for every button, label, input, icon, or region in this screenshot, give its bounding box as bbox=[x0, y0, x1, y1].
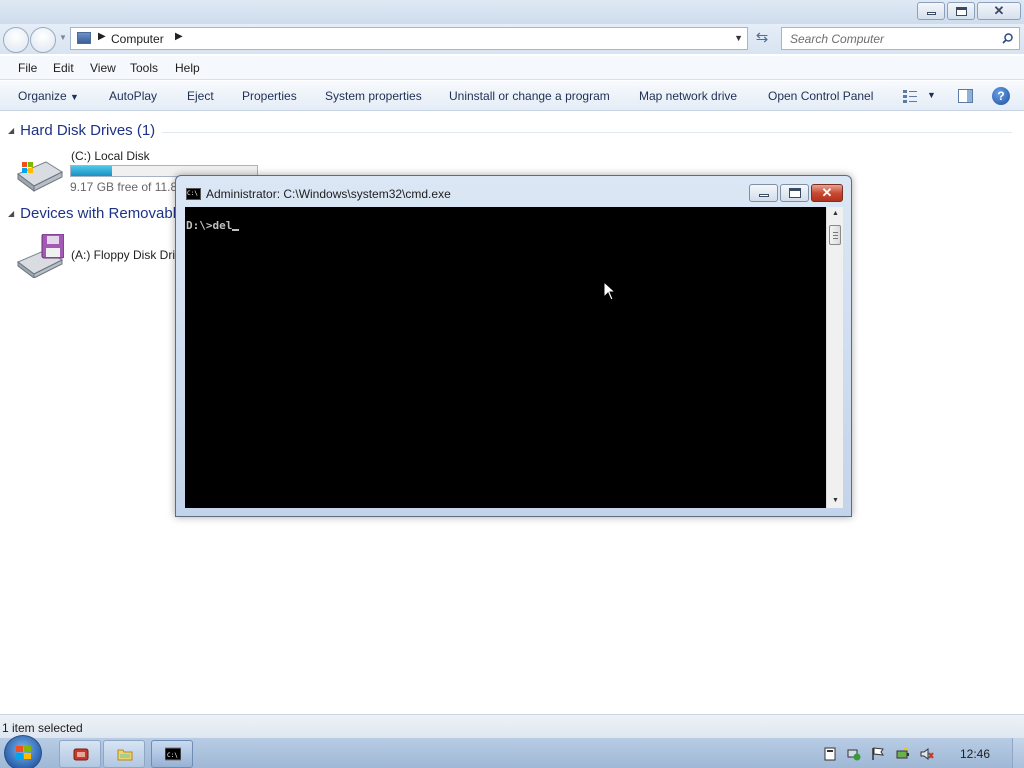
taskbar-media-app-button[interactable] bbox=[59, 740, 101, 768]
collapse-triangle-icon[interactable]: ◢ bbox=[8, 209, 14, 218]
action-center-icon[interactable] bbox=[823, 747, 837, 761]
minimize-icon bbox=[927, 12, 936, 15]
console-prompt-text: D:\>del bbox=[186, 219, 233, 232]
thumb-grip bbox=[833, 232, 838, 233]
organize-label: Organize bbox=[18, 89, 67, 103]
address-dropdown-icon[interactable]: ▼ bbox=[734, 33, 743, 43]
cmd-window-controls: ✕ bbox=[747, 184, 843, 202]
hard-disk-icon bbox=[17, 161, 64, 192]
collapse-triangle-icon[interactable]: ◢ bbox=[8, 126, 14, 135]
cmd-prompt-icon: C:\ bbox=[165, 747, 181, 761]
menu-tools[interactable]: Tools bbox=[130, 61, 158, 75]
open-control-panel-button[interactable]: Open Control Panel bbox=[768, 89, 873, 103]
search-placeholder: Search Computer bbox=[790, 32, 885, 46]
drive-a-name[interactable]: (A:) Floppy Disk Driv bbox=[71, 248, 181, 262]
windows-logo-icon bbox=[16, 746, 31, 759]
drive-c-name[interactable]: (C:) Local Disk bbox=[71, 149, 150, 163]
breadcrumb-chevron-icon[interactable]: ▶ bbox=[175, 31, 183, 42]
organize-button[interactable]: Organize ▼ bbox=[18, 89, 79, 103]
navigation-bar: ▼ ▶ Computer ▶ ▼ ⇆ Search Computer bbox=[0, 24, 1024, 54]
help-icon[interactable]: ? bbox=[992, 87, 1010, 105]
cmd-titlebar[interactable]: C:\ Administrator: C:\Windows\system32\c… bbox=[176, 176, 851, 206]
cmd-vertical-scrollbar[interactable]: ▲ ▼ bbox=[826, 207, 843, 508]
uninstall-program-button[interactable]: Uninstall or change a program bbox=[449, 89, 610, 103]
restore-icon bbox=[956, 7, 967, 16]
address-bar[interactable]: ▶ Computer ▶ ▼ bbox=[70, 27, 748, 50]
media-app-icon bbox=[73, 748, 89, 761]
mouse-pointer-icon bbox=[603, 281, 617, 301]
breadcrumb-computer[interactable]: Computer bbox=[111, 32, 164, 46]
show-desktop-button[interactable] bbox=[1012, 738, 1024, 768]
power-icon[interactable] bbox=[896, 747, 910, 761]
menu-help[interactable]: Help bbox=[175, 61, 200, 75]
cmd-close-button[interactable]: ✕ bbox=[811, 184, 843, 202]
svg-text:C:\: C:\ bbox=[167, 752, 178, 759]
start-button[interactable] bbox=[4, 735, 42, 768]
menu-view[interactable]: View bbox=[90, 61, 116, 75]
taskbar: C:\ 12:46 bbox=[0, 735, 1024, 768]
recent-pages-dropdown-icon[interactable]: ▼ bbox=[59, 33, 67, 42]
maximize-icon bbox=[789, 188, 801, 198]
back-button[interactable] bbox=[3, 27, 29, 53]
cmd-icon[interactable]: C:\ bbox=[186, 188, 201, 200]
change-view-icon[interactable] bbox=[903, 89, 917, 103]
scroll-down-arrow-icon[interactable]: ▼ bbox=[827, 494, 844, 508]
group-title: Devices with Removabl bbox=[20, 205, 177, 222]
refresh-icon[interactable]: ⇆ bbox=[752, 29, 772, 49]
cmd-window[interactable]: C:\ Administrator: C:\Windows\system32\c… bbox=[175, 175, 852, 517]
thumb-grip bbox=[833, 238, 838, 239]
close-button[interactable]: ✕ bbox=[977, 2, 1021, 20]
close-icon: ✕ bbox=[821, 185, 833, 200]
status-text: 1 item selected bbox=[2, 721, 83, 735]
group-divider bbox=[162, 132, 1012, 133]
command-bar: Organize ▼ AutoPlay Eject Properties Sys… bbox=[0, 81, 1024, 111]
flag-icon[interactable] bbox=[871, 747, 885, 761]
minimize-icon bbox=[759, 194, 769, 197]
taskbar-clock[interactable]: 12:46 bbox=[960, 747, 990, 761]
text-caret bbox=[232, 229, 240, 231]
preview-pane-icon[interactable] bbox=[958, 89, 973, 103]
close-icon: ✕ bbox=[993, 3, 1005, 18]
drive-c-usage-fill bbox=[71, 166, 112, 176]
explorer-titlebar[interactable]: ✕ bbox=[0, 0, 1024, 24]
cmd-window-title: Administrator: C:\Windows\system32\cmd.e… bbox=[206, 187, 451, 201]
taskbar-explorer-button[interactable] bbox=[103, 740, 145, 768]
group-title: Hard Disk Drives (1) bbox=[20, 122, 156, 139]
forward-button[interactable] bbox=[30, 27, 56, 53]
menu-file[interactable]: File bbox=[18, 61, 37, 75]
organize-dropdown-icon: ▼ bbox=[70, 92, 79, 102]
network-icon[interactable] bbox=[847, 747, 861, 761]
search-icon[interactable] bbox=[1002, 33, 1013, 44]
minimize-button[interactable] bbox=[917, 2, 945, 20]
status-bar: 1 item selected bbox=[0, 714, 1024, 737]
cmd-maximize-button[interactable] bbox=[780, 184, 809, 202]
menu-edit[interactable]: Edit bbox=[53, 61, 74, 75]
autoplay-button[interactable]: AutoPlay bbox=[109, 89, 157, 103]
search-box[interactable]: Search Computer bbox=[781, 27, 1020, 50]
console-line: D:\>del bbox=[186, 219, 240, 232]
map-network-drive-button[interactable]: Map network drive bbox=[639, 89, 737, 103]
scroll-thumb[interactable] bbox=[829, 225, 841, 245]
breadcrumb-chevron-icon[interactable]: ▶ bbox=[98, 31, 106, 42]
menu-bar: File Edit View Tools Help bbox=[0, 56, 1024, 80]
volume-muted-icon[interactable] bbox=[920, 747, 934, 761]
view-options-dropdown-icon[interactable]: ▼ bbox=[927, 90, 936, 100]
properties-button[interactable]: Properties bbox=[242, 89, 297, 103]
scroll-up-arrow-icon[interactable]: ▲ bbox=[827, 207, 844, 221]
console-area[interactable]: D:\>del bbox=[185, 207, 826, 508]
folder-icon bbox=[117, 749, 133, 761]
eject-button[interactable]: Eject bbox=[187, 89, 214, 103]
thumb-grip bbox=[833, 235, 838, 236]
restore-button[interactable] bbox=[947, 2, 975, 20]
floppy-drive-icon bbox=[17, 234, 64, 278]
drive-c-free-space: 9.17 GB free of 11.8 bbox=[70, 180, 178, 194]
system-properties-button[interactable]: System properties bbox=[325, 89, 422, 103]
group-header-hard-disk[interactable]: ◢ Hard Disk Drives (1) bbox=[8, 122, 155, 139]
group-header-removable[interactable]: ◢ Devices with Removabl bbox=[8, 205, 176, 222]
explorer-window-controls: ✕ bbox=[915, 2, 1021, 20]
computer-icon bbox=[77, 32, 91, 44]
cmd-minimize-button[interactable] bbox=[749, 184, 778, 202]
taskbar-cmd-button[interactable]: C:\ bbox=[151, 740, 193, 768]
